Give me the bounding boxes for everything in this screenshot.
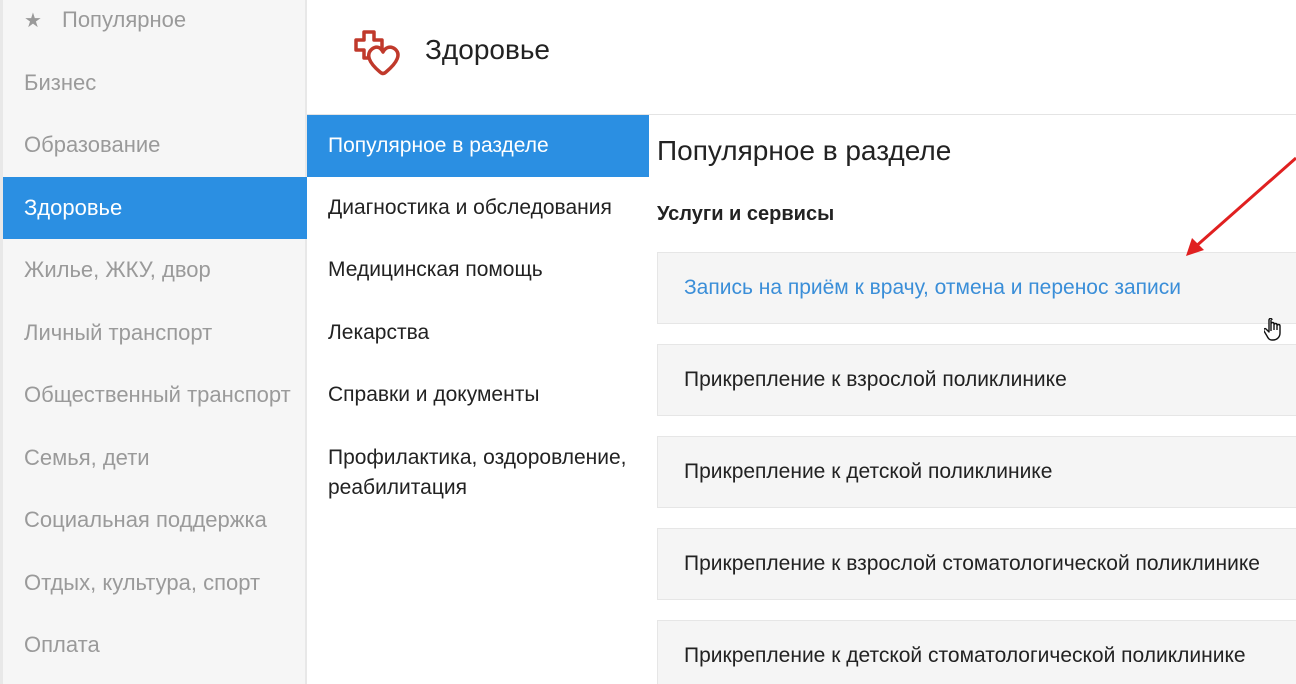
category-label: Популярное <box>62 7 187 32</box>
category-label: Отдых, культура, спорт <box>24 570 261 595</box>
content-title: Популярное в разделе <box>657 135 952 166</box>
health-heart-cross-icon <box>354 30 400 76</box>
subsection-label: Лекарства <box>328 321 430 344</box>
subsection-label: Справки и документы <box>328 383 540 406</box>
category-label: Образование <box>24 132 161 157</box>
service-link[interactable]: Запись на приём к врачу, отмена и перено… <box>684 276 1181 300</box>
category-label: Жилье, ЖКУ, двор <box>24 257 211 282</box>
subsection-menu: Популярное в разделе Диагностика и обсле… <box>307 115 649 684</box>
subsection-item-diagnostics[interactable]: Диагностика и обследования <box>307 177 649 239</box>
section-label: Услуги и сервисы <box>657 203 835 225</box>
category-item-housing[interactable]: Жилье, ЖКУ, двор <box>3 239 307 301</box>
service-card-adult-dental[interactable]: Прикрепление к взрослой стоматологическо… <box>657 528 1296 600</box>
category-item-leisure[interactable]: Отдых, культура, спорт <box>3 552 307 614</box>
category-label: Общественный транспорт <box>24 382 291 407</box>
service-card-adult-clinic[interactable]: Прикрепление к взрослой поликлинике <box>657 344 1296 416</box>
subsection-item-prevention[interactable]: Профилактика, оздоровление, реабилитация <box>307 443 649 507</box>
subsection-item-popular[interactable]: Популярное в разделе <box>307 115 649 177</box>
category-label: Семья, дети <box>24 445 150 470</box>
service-label: Прикрепление к взрослой поликлинике <box>684 368 1067 391</box>
subsection-item-medicines[interactable]: Лекарства <box>307 302 649 364</box>
category-label: Оплата <box>24 632 100 657</box>
category-item-education[interactable]: Образование <box>3 114 307 176</box>
page-title: Здоровье <box>425 34 551 65</box>
category-item-public-transport[interactable]: Общественный транспорт <box>3 364 307 426</box>
service-card-appointment[interactable]: Запись на приём к врачу, отмена и перено… <box>657 252 1296 324</box>
content-panel: Популярное в разделе Услуги и сервисы За… <box>649 115 1296 684</box>
service-label: Прикрепление к взрослой стоматологическо… <box>684 552 1260 575</box>
category-sidebar: ★ Популярное Бизнес Образование Здоровье… <box>0 0 307 684</box>
subsection-label: Диагностика и обследования <box>328 196 612 219</box>
category-item-payment[interactable]: Оплата <box>3 614 307 676</box>
subsection-item-medical-help[interactable]: Медицинская помощь <box>307 239 649 301</box>
category-item-popular[interactable]: ★ Популярное <box>3 0 307 51</box>
subsection-label: Медицинская помощь <box>328 258 543 281</box>
page: ★ Популярное Бизнес Образование Здоровье… <box>0 0 1296 684</box>
section-header: Здоровье <box>307 0 1296 115</box>
service-label: Прикрепление к детской стоматологической… <box>684 644 1246 667</box>
subsection-item-certificates[interactable]: Справки и документы <box>307 364 649 426</box>
hand-cursor-icon <box>1264 318 1281 341</box>
category-label: Личный транспорт <box>24 320 213 345</box>
category-item-social-support[interactable]: Социальная поддержка <box>3 489 307 551</box>
category-item-business[interactable]: Бизнес <box>3 52 307 114</box>
category-item-family[interactable]: Семья, дети <box>3 427 307 489</box>
category-item-health[interactable]: Здоровье <box>3 177 307 239</box>
category-item-personal-transport[interactable]: Личный транспорт <box>3 302 307 364</box>
subsection-label: Популярное в разделе <box>328 134 549 157</box>
category-label: Здоровье <box>24 195 123 220</box>
subsection-label: Профилактика, оздоровление, <box>328 446 627 469</box>
category-label: Бизнес <box>24 70 97 95</box>
star-icon: ★ <box>24 9 42 32</box>
service-label: Прикрепление к детской поликлинике <box>684 460 1053 483</box>
category-label: Социальная поддержка <box>24 507 267 532</box>
service-card-child-clinic[interactable]: Прикрепление к детской поликлинике <box>657 436 1296 508</box>
subsection-label-line2: реабилитация <box>328 476 467 499</box>
service-card-child-dental[interactable]: Прикрепление к детской стоматологической… <box>657 620 1296 684</box>
